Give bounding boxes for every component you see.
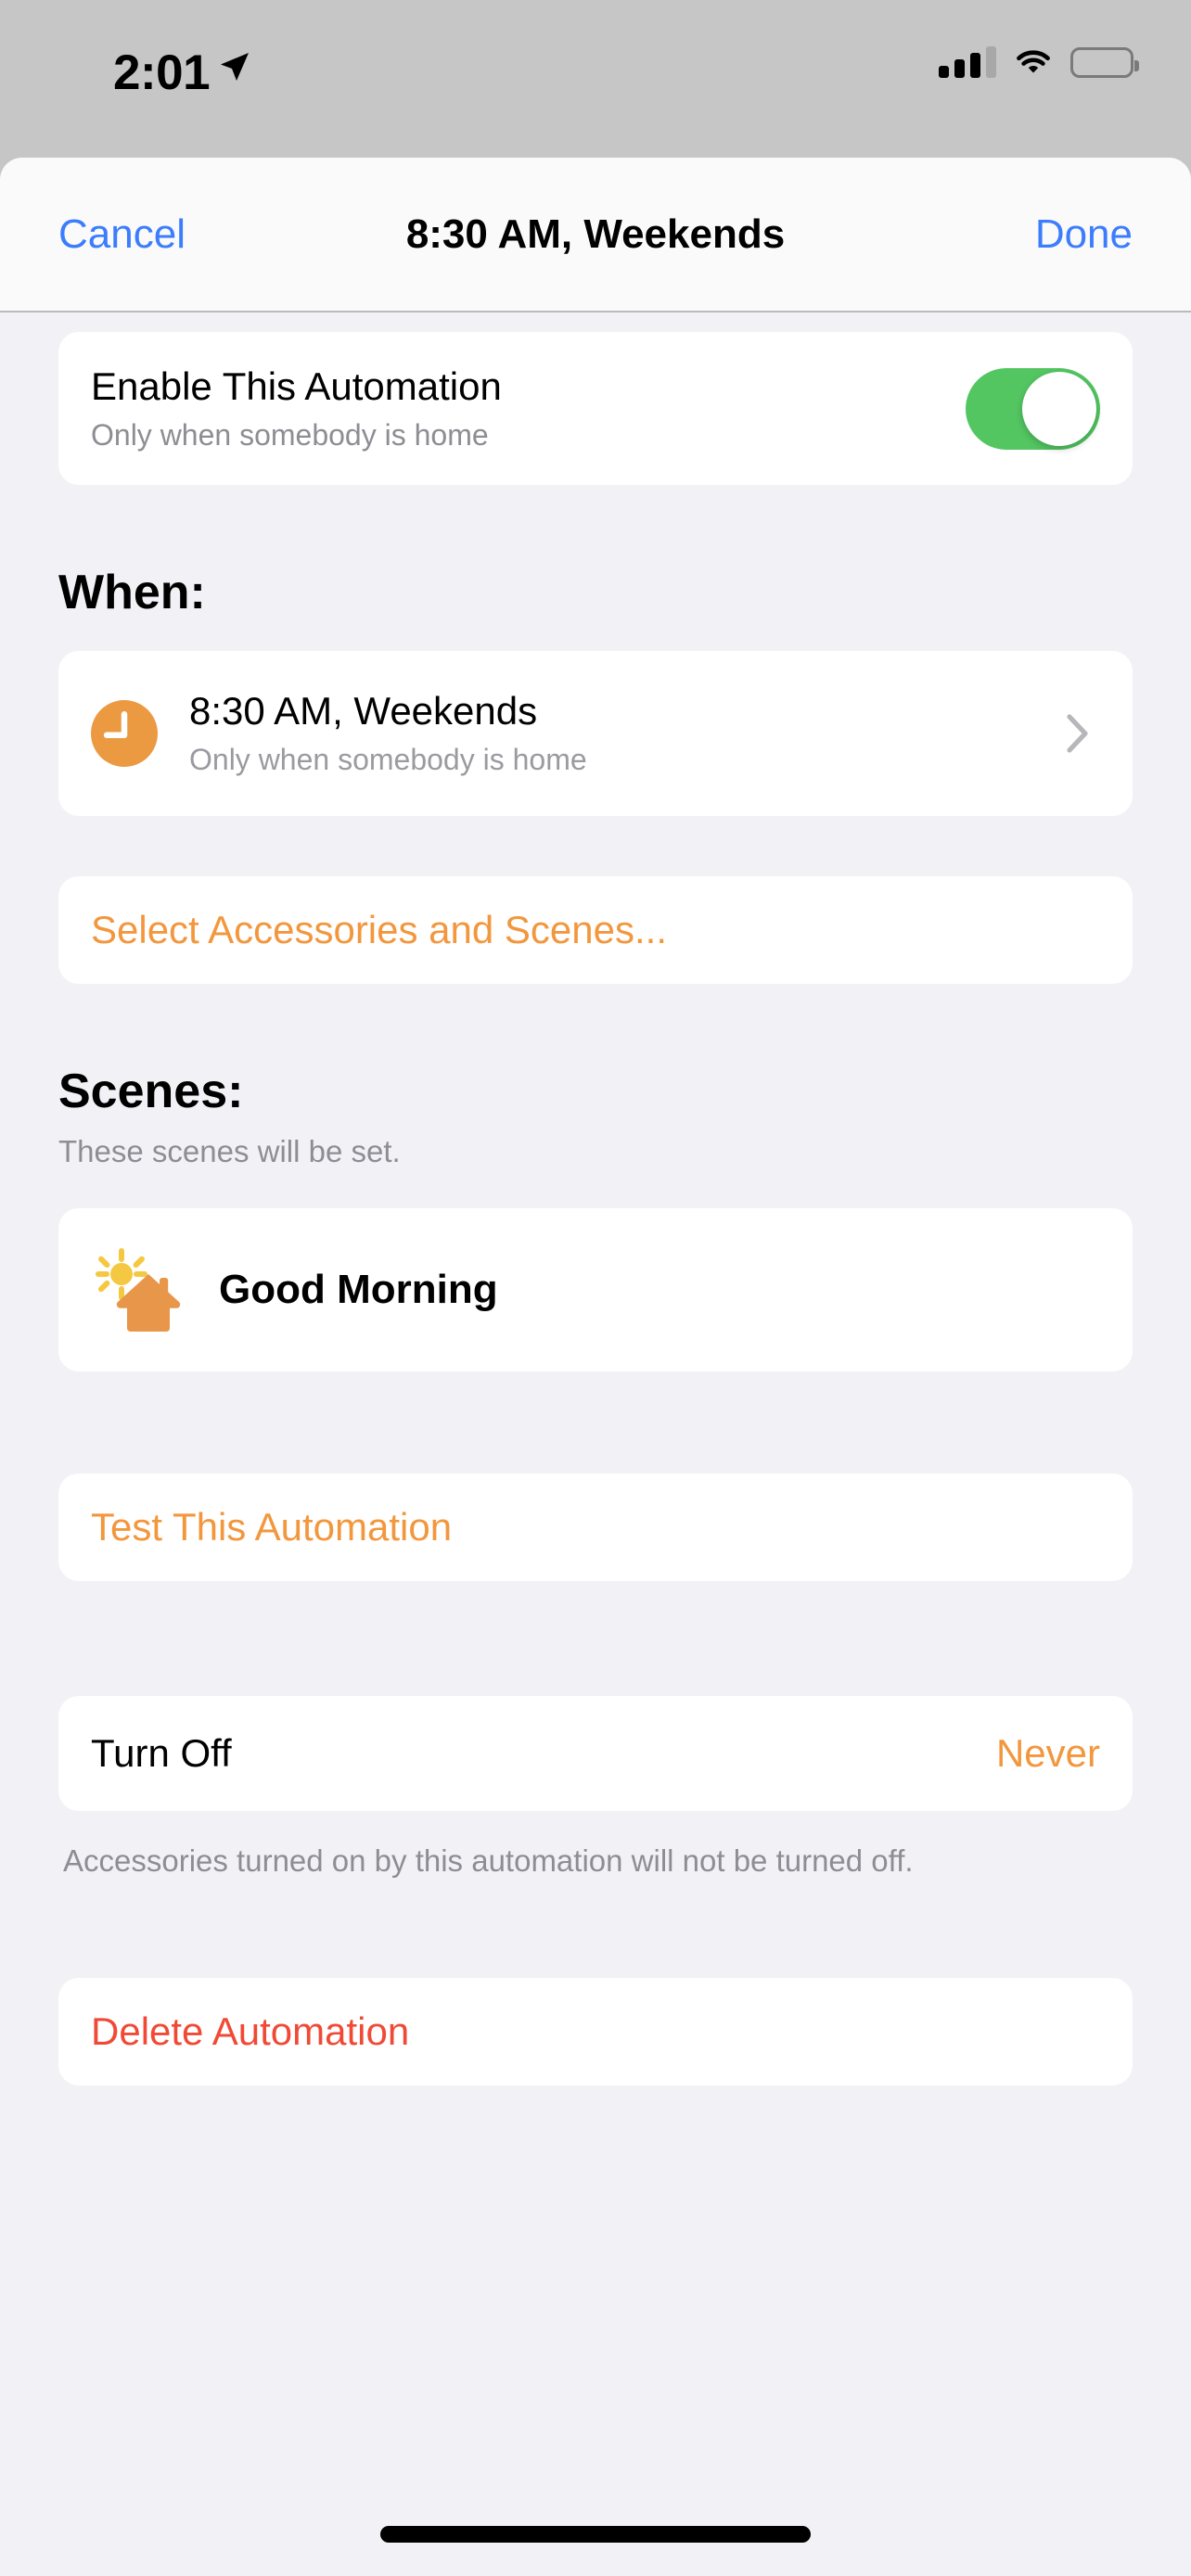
location-arrow-icon <box>221 53 249 81</box>
trigger-title: 8:30 AM, Weekends <box>189 689 538 733</box>
home-indicator-bar[interactable] <box>380 2526 811 2543</box>
battery-icon <box>1070 46 1139 78</box>
enable-automation-title: Enable This Automation <box>91 364 502 409</box>
wifi-icon <box>1017 50 1050 73</box>
test-automation-row[interactable]: Test This Automation <box>58 1473 1133 1581</box>
iphone-screen: 2:01 Cancel 8:30 AM, Weekends Done Enabl… <box>0 0 1191 2576</box>
trigger-row[interactable]: 8:30 AM, Weekends Only when somebody is … <box>58 651 1133 816</box>
delete-automation-row[interactable]: Delete Automation <box>58 1977 1133 2085</box>
turn-off-row[interactable]: Turn Off Never <box>58 1696 1133 1811</box>
chevron-right-icon <box>1067 714 1088 753</box>
enable-automation-row[interactable]: Enable This Automation Only when somebod… <box>58 332 1133 485</box>
sheet-content: Enable This Automation Only when somebod… <box>0 332 1191 2085</box>
cellular-signal-icon <box>939 46 996 78</box>
when-section-header: When: <box>58 566 206 619</box>
status-bar-indicators <box>939 46 1139 78</box>
enable-automation-subtitle: Only when somebody is home <box>91 417 489 452</box>
status-bar-time: 2:01 <box>113 45 211 100</box>
enable-automation-text: Enable This Automation Only when somebod… <box>91 364 502 452</box>
clock-icon <box>91 700 158 767</box>
automation-detail-sheet: Cancel 8:30 AM, Weekends Done Enable Thi… <box>0 158 1191 2576</box>
turn-off-label: Turn Off <box>91 1731 232 1775</box>
done-button[interactable]: Done <box>1035 211 1133 258</box>
sunrise-house-icon <box>96 1248 181 1332</box>
status-bar: 2:01 <box>0 0 1191 158</box>
trigger-text: 8:30 AM, Weekends Only when somebody is … <box>189 690 1067 776</box>
scenes-section-subtitle: These scenes will be set. <box>58 1134 401 1168</box>
turn-off-footnote: Accessories turned on by this automation… <box>63 1843 914 1878</box>
test-automation-label: Test This Automation <box>91 1505 453 1549</box>
cancel-button[interactable]: Cancel <box>58 211 186 258</box>
navigation-bar: Cancel 8:30 AM, Weekends Done <box>0 158 1191 312</box>
scene-row-good-morning[interactable]: Good Morning <box>58 1208 1133 1371</box>
trigger-subtitle: Only when somebody is home <box>189 742 587 776</box>
delete-automation-label: Delete Automation <box>91 2009 410 2053</box>
scene-name: Good Morning <box>219 1267 498 1312</box>
select-accessories-and-scenes-row[interactable]: Select Accessories and Scenes... <box>58 876 1133 984</box>
toggle-knob <box>1022 371 1096 446</box>
enable-automation-toggle[interactable] <box>966 367 1100 450</box>
select-accessories-label: Select Accessories and Scenes... <box>91 908 667 951</box>
turn-off-value: Never <box>995 1731 1100 1775</box>
scenes-section-header: Scenes: <box>58 1065 244 1118</box>
